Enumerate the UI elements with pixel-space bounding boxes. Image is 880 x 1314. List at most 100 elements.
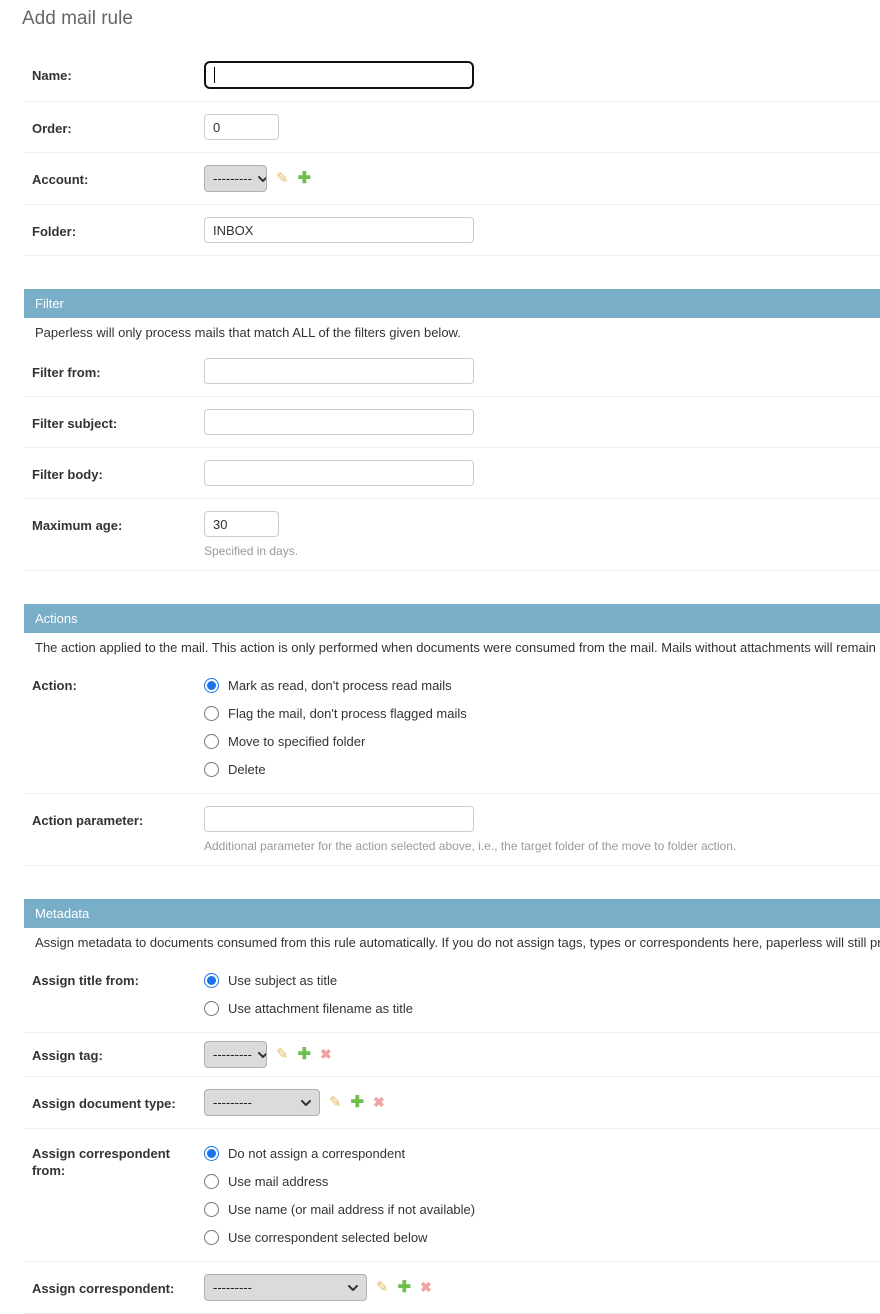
assign-title-option-label: Use subject as title (228, 973, 337, 988)
assign-title-from-label: Assign title from: (32, 966, 204, 989)
action-radio-mark-read[interactable] (204, 678, 219, 693)
form-row-assign-tag: Assign tag: --------- ✎ ✚ ✖ (24, 1033, 880, 1077)
action-option-label: Delete (228, 762, 266, 777)
assign-document-type-select-value: --------- (213, 1095, 252, 1110)
filter-from-input[interactable] (204, 358, 474, 384)
delete-icon[interactable]: ✖ (373, 1095, 385, 1110)
form-row-maximum-age: Maximum age: Specified in days. (24, 499, 880, 571)
assign-correspondent-select[interactable]: --------- (204, 1274, 367, 1301)
action-radio-delete[interactable] (204, 762, 219, 777)
add-icon[interactable]: ✚ (351, 1095, 364, 1110)
folder-label: Folder: (32, 217, 204, 240)
action-parameter-input[interactable] (204, 806, 474, 832)
chevron-down-icon (348, 1285, 358, 1291)
form-row-filter-from: Filter from: (24, 346, 880, 397)
form-row-account: Account: --------- ✎ ✚ (24, 153, 880, 205)
assign-title-radio-subject[interactable] (204, 973, 219, 988)
edit-icon[interactable]: ✎ (276, 1047, 289, 1062)
form-row-action-parameter: Action parameter: Additional parameter f… (24, 794, 880, 866)
form-row-order: Order: (24, 102, 880, 153)
assign-correspondent-option-label: Use mail address (228, 1174, 328, 1189)
metadata-section-header: Metadata (24, 899, 880, 928)
form-row-filter-subject: Filter subject: (24, 397, 880, 448)
filter-from-label: Filter from: (32, 358, 204, 381)
order-label: Order: (32, 114, 204, 137)
form-row-filter-body: Filter body: (24, 448, 880, 499)
form-row-assign-correspondent-from: Assign correspondent from: Do not assign… (24, 1129, 880, 1262)
filter-section-description: Paperless will only process mails that m… (24, 318, 880, 346)
actions-section-header: Actions (24, 604, 880, 633)
filter-subject-label: Filter subject: (32, 409, 204, 432)
action-option-move[interactable]: Move to specified folder (204, 727, 467, 755)
form-row-folder: Folder: (24, 205, 880, 256)
assign-correspondent-option-label: Use name (or mail address if not availab… (228, 1202, 475, 1217)
chevron-down-icon (258, 1052, 267, 1058)
assign-document-type-select[interactable]: --------- (204, 1089, 320, 1116)
chevron-down-icon (301, 1100, 311, 1106)
delete-icon[interactable]: ✖ (420, 1280, 432, 1295)
form-row-assign-correspondent: Assign correspondent: --------- ✎ ✚ ✖ (24, 1262, 880, 1314)
account-select[interactable]: --------- (204, 165, 267, 192)
account-label: Account: (32, 165, 204, 188)
action-option-delete[interactable]: Delete (204, 755, 467, 783)
filter-body-label: Filter body: (32, 460, 204, 483)
folder-input[interactable] (204, 217, 474, 243)
chevron-down-icon (258, 176, 267, 182)
filter-body-input[interactable] (204, 460, 474, 486)
assign-title-option-subject[interactable]: Use subject as title (204, 966, 413, 994)
assign-correspondent-option-mail-address[interactable]: Use mail address (204, 1167, 475, 1195)
filter-subject-input[interactable] (204, 409, 474, 435)
form-row-action: Action: Mark as read, don't process read… (24, 661, 880, 794)
add-icon[interactable]: ✚ (298, 1047, 311, 1062)
assign-title-option-filename[interactable]: Use attachment filename as title (204, 994, 413, 1022)
maximum-age-help: Specified in days. (204, 544, 298, 558)
assign-title-option-label: Use attachment filename as title (228, 1001, 413, 1016)
assign-correspondent-radio-selected-below[interactable] (204, 1230, 219, 1245)
name-input[interactable] (204, 61, 474, 89)
assign-correspondent-select-value: --------- (213, 1280, 252, 1295)
assign-correspondent-option-none[interactable]: Do not assign a correspondent (204, 1139, 475, 1167)
text-cursor (214, 67, 215, 83)
page-title: Add mail rule (22, 8, 880, 30)
action-option-label: Mark as read, don't process read mails (228, 678, 452, 693)
add-icon[interactable]: ✚ (398, 1280, 411, 1295)
action-option-mark-read[interactable]: Mark as read, don't process read mails (204, 671, 467, 699)
form-row-assign-document-type: Assign document type: --------- ✎ ✚ ✖ (24, 1077, 880, 1129)
action-label: Action: (32, 671, 204, 694)
assign-tag-select-value: --------- (213, 1047, 252, 1062)
assign-correspondent-from-label: Assign correspondent from: (32, 1139, 204, 1179)
edit-icon[interactable]: ✎ (376, 1280, 389, 1295)
assign-correspondent-radio-name[interactable] (204, 1202, 219, 1217)
fieldset-metadata: Metadata Assign metadata to documents co… (24, 899, 880, 1314)
action-option-label: Move to specified folder (228, 734, 365, 749)
assign-document-type-label: Assign document type: (32, 1089, 204, 1112)
action-radio-flag[interactable] (204, 706, 219, 721)
fieldset-filter: Filter Paperless will only process mails… (24, 289, 880, 571)
fieldset-main: Name: Order: Account: --------- ✎ ✚ Fo (24, 49, 880, 256)
fieldset-actions: Actions The action applied to the mail. … (24, 604, 880, 866)
filter-section-header: Filter (24, 289, 880, 318)
form-row-assign-title-from: Assign title from: Use subject as title … (24, 956, 880, 1033)
add-icon[interactable]: ✚ (298, 171, 311, 186)
actions-section-description: The action applied to the mail. This act… (24, 633, 880, 661)
assign-correspondent-option-name[interactable]: Use name (or mail address if not availab… (204, 1195, 475, 1223)
action-parameter-help: Additional parameter for the action sele… (204, 839, 736, 853)
assign-tag-label: Assign tag: (32, 1041, 204, 1064)
delete-icon[interactable]: ✖ (320, 1047, 332, 1062)
edit-icon[interactable]: ✎ (276, 171, 289, 186)
metadata-section-description: Assign metadata to documents consumed fr… (24, 928, 880, 956)
assign-title-radio-filename[interactable] (204, 1001, 219, 1016)
assign-correspondent-option-selected-below[interactable]: Use correspondent selected below (204, 1223, 475, 1251)
action-radio-move[interactable] (204, 734, 219, 749)
assign-correspondent-radio-none[interactable] (204, 1146, 219, 1161)
edit-icon[interactable]: ✎ (329, 1095, 342, 1110)
order-input[interactable] (204, 114, 279, 140)
assign-correspondent-radio-mail-address[interactable] (204, 1174, 219, 1189)
assign-tag-select[interactable]: --------- (204, 1041, 267, 1068)
name-label: Name: (32, 61, 204, 84)
account-select-value: --------- (213, 171, 252, 186)
assign-correspondent-option-label: Use correspondent selected below (228, 1230, 427, 1245)
action-option-label: Flag the mail, don't process flagged mai… (228, 706, 467, 721)
maximum-age-input[interactable] (204, 511, 279, 537)
action-option-flag[interactable]: Flag the mail, don't process flagged mai… (204, 699, 467, 727)
